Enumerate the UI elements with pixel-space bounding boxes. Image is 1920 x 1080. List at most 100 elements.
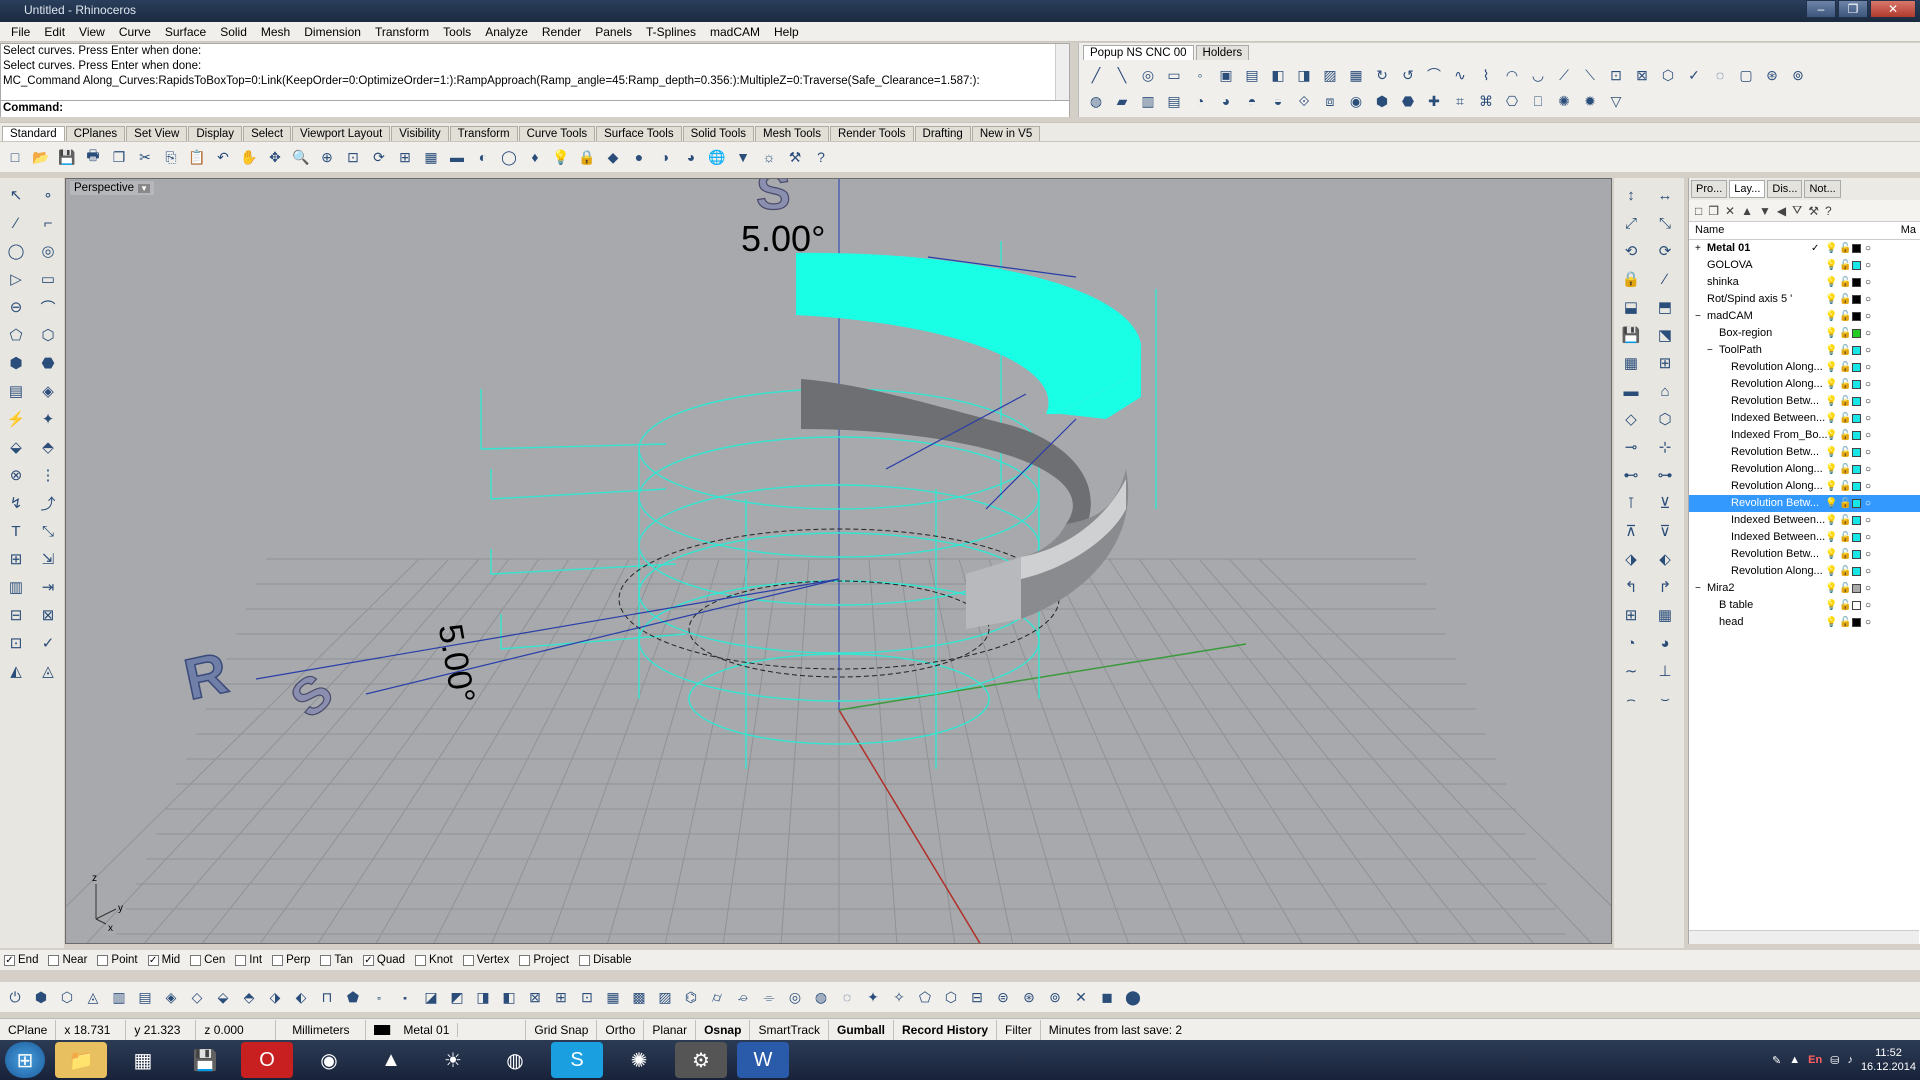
popup-row2-tool-5-icon[interactable]: ◔ bbox=[1189, 90, 1211, 112]
layer-color-swatch[interactable] bbox=[1852, 397, 1861, 406]
popup-row1-tool-17-icon[interactable]: ◠ bbox=[1501, 64, 1523, 86]
popup-row1-tool-15-icon[interactable]: ∿ bbox=[1449, 64, 1471, 86]
layer-color-swatch[interactable] bbox=[1852, 499, 1861, 508]
layer-color-swatch[interactable] bbox=[1852, 601, 1861, 610]
layer-color-swatch[interactable] bbox=[1852, 584, 1861, 593]
popup-row1-tool-6-icon[interactable]: ▣ bbox=[1215, 64, 1237, 86]
layer-row[interactable]: shinka 💡 🔓 ○ bbox=[1689, 274, 1920, 291]
layer-visible-icon[interactable]: 💡 bbox=[1825, 580, 1837, 597]
tab-solid-tools[interactable]: Solid Tools bbox=[682, 126, 754, 141]
osnap-checkbox[interactable] bbox=[579, 954, 591, 966]
layer-lock-icon[interactable]: 🔓 bbox=[1839, 563, 1851, 580]
layer-lock-icon[interactable]: 🔓 bbox=[1839, 291, 1851, 308]
current-layer[interactable]: Metal 01 bbox=[366, 1019, 527, 1040]
bottom-tool-10-icon[interactable]: ⬘ bbox=[238, 986, 260, 1008]
notes-icon[interactable]: ✎ bbox=[1772, 1054, 1781, 1067]
standard-tool-2-icon[interactable]: 📂 bbox=[30, 146, 52, 168]
bottom-tool-17-icon[interactable]: ◪ bbox=[420, 986, 442, 1008]
filter-icon[interactable]: ⛛ bbox=[1792, 203, 1802, 218]
bottom-tool-18-icon[interactable]: ◩ bbox=[446, 986, 468, 1008]
osnap-vertex[interactable]: Vertex bbox=[462, 954, 509, 966]
right-tool-13-icon[interactable]: ▦ bbox=[1617, 350, 1645, 376]
right-tool-28-icon[interactable]: ⬖ bbox=[1651, 546, 1679, 572]
popup-row1-tool-12-icon[interactable]: ↻ bbox=[1371, 64, 1393, 86]
right-tool-15-icon[interactable]: ▬ bbox=[1617, 378, 1645, 404]
left-tool-8-icon[interactable]: ▭ bbox=[34, 266, 62, 292]
tab-cplanes[interactable]: CPlanes bbox=[65, 126, 126, 141]
left-tool-5-icon[interactable]: ◯ bbox=[2, 238, 30, 264]
right-tool-30-icon[interactable]: ↱ bbox=[1651, 574, 1679, 600]
right-tool-10-icon[interactable]: ⬒ bbox=[1651, 294, 1679, 320]
layer-material-icon[interactable]: ○ bbox=[1865, 614, 1871, 631]
popup-row1-tool-5-icon[interactable]: ◦ bbox=[1189, 64, 1211, 86]
gumball-toggle[interactable]: Gumball bbox=[829, 1019, 895, 1040]
layer-color-swatch[interactable] bbox=[1852, 431, 1861, 440]
bottom-tool-6-icon[interactable]: ▤ bbox=[134, 986, 156, 1008]
layer-expand-icon[interactable]: + bbox=[1695, 240, 1701, 257]
layer-material-icon[interactable]: ○ bbox=[1865, 580, 1871, 597]
layer-visible-icon[interactable]: 💡 bbox=[1825, 563, 1837, 580]
standard-tool-25-icon[interactable]: ● bbox=[628, 146, 650, 168]
delete-layer-icon[interactable]: ✕ bbox=[1725, 204, 1735, 218]
layer-material-icon[interactable]: ○ bbox=[1865, 359, 1871, 376]
standard-tool-5-icon[interactable]: ❐ bbox=[108, 146, 130, 168]
osnap-int[interactable]: Int bbox=[235, 954, 262, 966]
madcam-icon[interactable]: ⚙ bbox=[675, 1042, 727, 1078]
tray-expand-icon[interactable]: ▲ bbox=[1789, 1054, 1800, 1066]
popup-row2-tool-19-icon[interactable]: ✺ bbox=[1553, 90, 1575, 112]
left-tool-11-icon[interactable]: ⬠ bbox=[2, 322, 30, 348]
menu-tools[interactable]: Tools bbox=[436, 25, 478, 39]
popup-row1-tool-11-icon[interactable]: ▦ bbox=[1345, 64, 1367, 86]
layer-visible-icon[interactable]: 💡 bbox=[1825, 393, 1837, 410]
popup-row2-tool-1-icon[interactable]: ◍ bbox=[1085, 90, 1107, 112]
bottom-tool-25-icon[interactable]: ▩ bbox=[628, 986, 650, 1008]
layer-row[interactable]: + Metal 01 ✓ 💡 🔓 ○ bbox=[1689, 240, 1920, 257]
bottom-tool-3-icon[interactable]: ⬡ bbox=[56, 986, 78, 1008]
left-tool-22-icon[interactable]: ⋮ bbox=[34, 462, 62, 488]
popup-row2-tool-15-icon[interactable]: ⌗ bbox=[1449, 90, 1471, 112]
layer-visible-icon[interactable]: 💡 bbox=[1825, 359, 1837, 376]
layer-lock-icon[interactable]: 🔓 bbox=[1839, 580, 1851, 597]
layer-visible-icon[interactable]: 💡 bbox=[1825, 495, 1837, 512]
layer-visible-icon[interactable]: 💡 bbox=[1825, 478, 1837, 495]
popup-row2-tool-20-icon[interactable]: ✹ bbox=[1579, 90, 1601, 112]
standard-tool-21-icon[interactable]: ♦ bbox=[524, 146, 546, 168]
right-tool-3-icon[interactable]: ⤢ bbox=[1617, 210, 1645, 236]
viewport-label[interactable]: Perspective ▼ bbox=[70, 181, 155, 195]
left-tool-29-icon[interactable]: ▥ bbox=[2, 574, 30, 600]
bottom-tool-39-icon[interactable]: ⊜ bbox=[992, 986, 1014, 1008]
bottom-tool-1-icon[interactable]: ⏻ bbox=[4, 986, 26, 1008]
left-tool-12-icon[interactable]: ⬡ bbox=[34, 322, 62, 348]
right-tool-23-icon[interactable]: ⊺ bbox=[1617, 490, 1645, 516]
layer-lock-icon[interactable]: 🔓 bbox=[1839, 376, 1851, 393]
tab-curve-tools[interactable]: Curve Tools bbox=[518, 126, 596, 141]
layer-color-swatch[interactable] bbox=[1852, 312, 1861, 321]
layer-lock-icon[interactable]: 🔓 bbox=[1839, 461, 1851, 478]
right-tool-34-icon[interactable]: ◕ bbox=[1651, 630, 1679, 656]
popup-row1-tool-16-icon[interactable]: ⌇ bbox=[1475, 64, 1497, 86]
tab-mesh-tools[interactable]: Mesh Tools bbox=[755, 126, 829, 141]
popup-row2-tool-3-icon[interactable]: ▥ bbox=[1137, 90, 1159, 112]
layer-lock-icon[interactable]: 🔓 bbox=[1839, 308, 1851, 325]
layer-visible-icon[interactable]: 💡 bbox=[1825, 325, 1837, 342]
osnap-checkbox[interactable] bbox=[320, 954, 332, 966]
bottom-tool-44-icon[interactable]: ⬤ bbox=[1122, 986, 1144, 1008]
osnap-checkbox[interactable]: ✓ bbox=[362, 954, 374, 966]
osnap-point[interactable]: Point bbox=[97, 954, 138, 966]
right-tool-31-icon[interactable]: ⊞ bbox=[1617, 602, 1645, 628]
standard-tool-26-icon[interactable]: ◑ bbox=[654, 146, 676, 168]
osnap-cen[interactable]: Cen bbox=[190, 954, 225, 966]
popup-row1-tool-28-icon[interactable]: ⊚ bbox=[1787, 64, 1809, 86]
skype-icon[interactable]: S bbox=[551, 1042, 603, 1078]
popup-row1-tool-22-icon[interactable]: ⊠ bbox=[1631, 64, 1653, 86]
layer-color-swatch[interactable] bbox=[1852, 516, 1861, 525]
move-down-icon[interactable]: ▼ bbox=[1759, 204, 1771, 218]
maximize-button[interactable]: ❐ bbox=[1838, 0, 1868, 18]
bottom-tool-37-icon[interactable]: ⬡ bbox=[940, 986, 962, 1008]
layer-lock-icon[interactable]: 🔓 bbox=[1839, 427, 1851, 444]
layer-color-swatch[interactable] bbox=[1852, 261, 1861, 270]
standard-tool-12-icon[interactable]: 🔍 bbox=[290, 146, 312, 168]
left-tool-14-icon[interactable]: ⬣ bbox=[34, 350, 62, 376]
osnap-checkbox[interactable]: ✓ bbox=[4, 954, 15, 966]
left-tool-25-icon[interactable]: T bbox=[2, 518, 30, 544]
